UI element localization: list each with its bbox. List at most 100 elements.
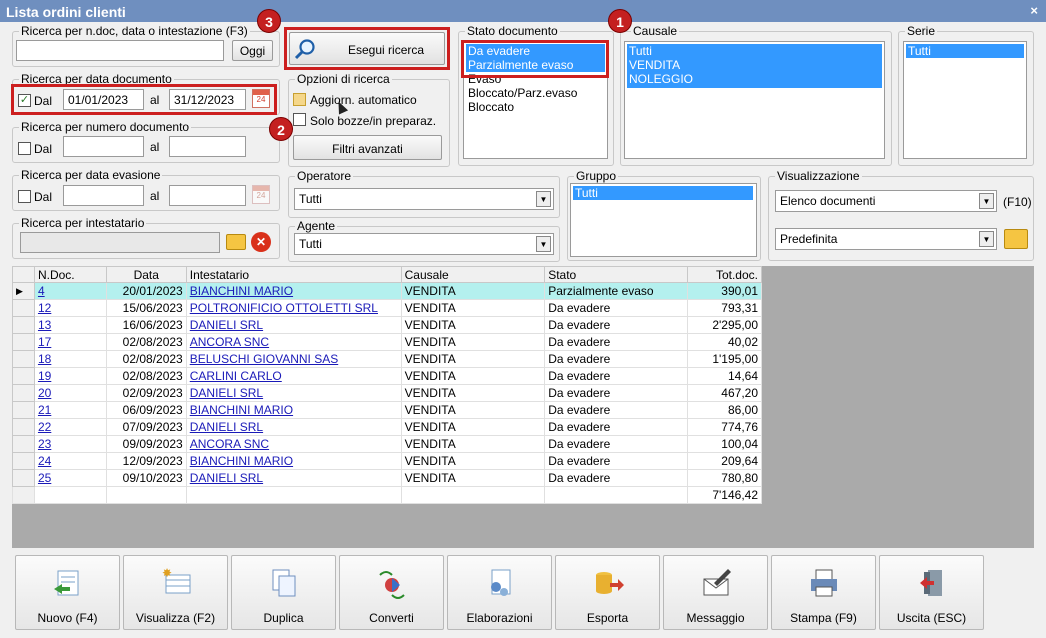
cell-ndoc[interactable]: 21 (33, 401, 107, 419)
table-row[interactable]: 13 16/06/2023 DANIELI SRL VENDITA Da evadere… (12, 316, 762, 334)
calendar-icon[interactable]: 24 (252, 89, 270, 108)
doc-number-link[interactable]: 4 (38, 284, 45, 298)
cell-ndoc[interactable]: 22 (33, 418, 107, 436)
toolbar-button-view[interactable]: ✸ Visualizza (F2) (123, 555, 228, 630)
agent-select[interactable]: Tutti ▼ (294, 233, 554, 255)
eva-from-input[interactable] (63, 185, 144, 206)
holder-link[interactable]: ANCORA SNC (190, 437, 269, 451)
cell-holder[interactable]: DANIELI SRL (185, 469, 402, 487)
causale-list[interactable]: Tutti VENDITA NOLEGGIO (624, 41, 885, 159)
auto-refresh-checkbox[interactable] (293, 93, 306, 106)
close-icon[interactable]: × (1030, 3, 1038, 18)
num-from-input[interactable] (63, 136, 144, 157)
advanced-filters-button[interactable]: Filtri avanzati (293, 135, 442, 160)
num-doc-checkbox[interactable] (18, 142, 31, 155)
col-header[interactable]: Data (105, 266, 187, 283)
holder-link[interactable]: DANIELI SRL (190, 386, 263, 400)
col-header[interactable]: N.Doc. (33, 266, 107, 283)
calendar-icon[interactable]: 24 (252, 185, 270, 204)
drafts-checkbox[interactable] (293, 113, 306, 126)
table-row[interactable]: 22 07/09/2023 DANIELI SRL VENDITA Da evadere… (12, 418, 762, 436)
layout-select[interactable]: Predefinita ▼ (775, 228, 997, 250)
table-row[interactable]: 18 02/08/2023 BELUSCHI GIOVANNI SAS VENDITA… (12, 350, 762, 368)
cell-ndoc[interactable]: 25 (33, 469, 107, 487)
eva-to-input[interactable] (169, 185, 246, 206)
cell-holder[interactable]: BELUSCHI GIOVANNI SAS (185, 350, 402, 368)
doc-number-link[interactable]: 13 (38, 318, 51, 332)
view-select[interactable]: Elenco documenti ▼ (775, 190, 997, 212)
cell-holder[interactable]: CARLINI CARLO (185, 367, 402, 385)
run-search-button[interactable]: Esegui ricerca (289, 32, 445, 65)
cell-ndoc[interactable]: 17 (33, 333, 107, 351)
doc-number-link[interactable]: 25 (38, 471, 51, 485)
num-to-input[interactable] (169, 136, 246, 157)
col-header[interactable]: Intestatario (185, 266, 402, 283)
col-header[interactable]: Tot.doc. (687, 266, 762, 283)
toolbar-button-message[interactable]: Messaggio (663, 555, 768, 630)
cell-holder[interactable]: DANIELI SRL (185, 316, 402, 334)
holder-link[interactable]: BIANCHINI MARIO (190, 284, 293, 298)
doc-number-link[interactable]: 23 (38, 437, 51, 451)
cell-holder[interactable]: BIANCHINI MARIO (185, 452, 402, 470)
table-row[interactable]: 12 15/06/2023 POLTRONIFICIO OTTOLETTI SRL V… (12, 299, 762, 317)
holder-link[interactable]: ANCORA SNC (190, 335, 269, 349)
list-item[interactable]: Tutti (627, 44, 882, 58)
table-row[interactable]: 24 12/09/2023 BIANCHINI MARIO VENDITA Da eva… (12, 452, 762, 470)
doc-number-link[interactable]: 21 (38, 403, 51, 417)
cell-ndoc[interactable]: 20 (33, 384, 107, 402)
clear-icon[interactable]: ✕ (251, 232, 271, 252)
table-row[interactable]: 25 09/10/2023 DANIELI SRL VENDITA Da evadere… (12, 469, 762, 487)
toolbar-button-export[interactable]: Esporta (555, 555, 660, 630)
serie-list[interactable]: Tutti (903, 41, 1027, 159)
table-row[interactable]: 17 02/08/2023 ANCORA SNC VENDITA Da evadere 4… (12, 333, 762, 351)
col-header[interactable]: Causale (400, 266, 546, 283)
list-item[interactable]: Bloccato/Parz.evaso (466, 86, 605, 100)
holder-link[interactable]: CARLINI CARLO (190, 369, 282, 383)
list-item[interactable]: VENDITA (627, 58, 882, 72)
table-row[interactable]: 19 02/08/2023 CARLINI CARLO VENDITA Da evade… (12, 367, 762, 385)
cell-holder[interactable]: DANIELI SRL (185, 384, 402, 402)
date-to-input[interactable]: 31/12/2023 (169, 89, 246, 110)
list-item[interactable]: Tutti (573, 186, 753, 200)
cell-ndoc[interactable]: 13 (33, 316, 107, 334)
table-row[interactable]: ▶ 4 20/01/2023 BIANCHINI MARIO VENDITA Parzia… (12, 282, 762, 300)
holder-link[interactable]: BIANCHINI MARIO (190, 454, 293, 468)
cell-ndoc[interactable]: 4 (33, 282, 107, 300)
col-header[interactable]: Stato (544, 266, 689, 283)
date-from-input[interactable]: 01/01/2023 (63, 89, 144, 110)
doc-number-link[interactable]: 12 (38, 301, 51, 315)
holder-link[interactable]: POLTRONIFICIO OTTOLETTI SRL (190, 301, 378, 315)
operator-select[interactable]: Tutti ▼ (294, 188, 554, 210)
today-button[interactable]: Oggi (232, 40, 273, 61)
holder-link[interactable]: DANIELI SRL (190, 420, 263, 434)
doc-number-link[interactable]: 19 (38, 369, 51, 383)
toolbar-button-duplicate[interactable]: Duplica (231, 555, 336, 630)
holder-input[interactable] (20, 232, 220, 253)
holder-link[interactable]: DANIELI SRL (190, 318, 263, 332)
list-item[interactable]: Bloccato (466, 100, 605, 114)
cell-holder[interactable]: BIANCHINI MARIO (185, 401, 402, 419)
search-input[interactable] (16, 40, 224, 61)
doc-number-link[interactable]: 20 (38, 386, 51, 400)
list-item[interactable]: NOLEGGIO (627, 72, 882, 86)
group-list[interactable]: Tutti (570, 183, 757, 257)
holder-link[interactable]: DANIELI SRL (190, 471, 263, 485)
doc-number-link[interactable]: 22 (38, 420, 51, 434)
doc-number-link[interactable]: 18 (38, 352, 51, 366)
doc-number-link[interactable]: 17 (38, 335, 51, 349)
cell-holder[interactable]: ANCORA SNC (185, 435, 402, 453)
holder-link[interactable]: BIANCHINI MARIO (190, 403, 293, 417)
cell-ndoc[interactable]: 12 (33, 299, 107, 317)
date-eva-checkbox[interactable] (18, 190, 31, 203)
date-doc-checkbox[interactable]: ✓ (18, 94, 31, 107)
cell-ndoc[interactable]: 24 (33, 452, 107, 470)
toolbar-button-process[interactable]: Elaborazioni (447, 555, 552, 630)
cell-ndoc[interactable]: 19 (33, 367, 107, 385)
table-row[interactable]: 21 06/09/2023 BIANCHINI MARIO VENDITA Da eva… (12, 401, 762, 419)
cell-ndoc[interactable]: 18 (33, 350, 107, 368)
cell-holder[interactable]: BIANCHINI MARIO (185, 282, 402, 300)
folder-icon[interactable] (1004, 229, 1028, 249)
cell-holder[interactable]: POLTRONIFICIO OTTOLETTI SRL (185, 299, 402, 317)
doc-number-link[interactable]: 24 (38, 454, 51, 468)
folder-icon[interactable] (226, 234, 246, 250)
